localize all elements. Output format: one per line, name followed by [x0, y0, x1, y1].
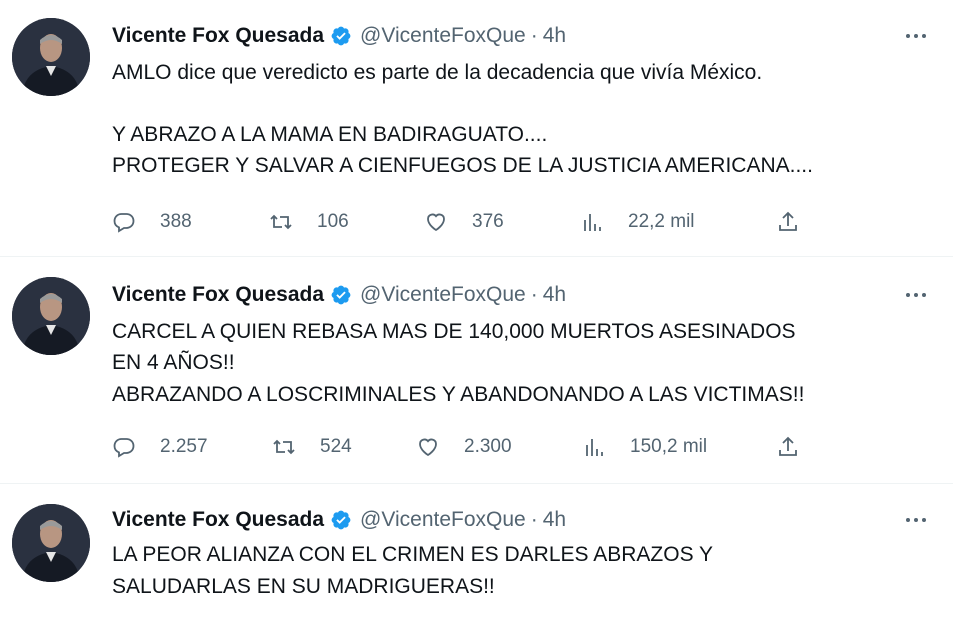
author-name[interactable]: Vicente Fox Quesada: [112, 24, 324, 48]
retweet-icon: [273, 439, 295, 455]
tweet-text-line: ABRAZANDO A LOSCRIMINALES Y ABANDONANDO …: [112, 383, 805, 406]
author-name[interactable]: Vicente Fox Quesada: [112, 508, 324, 532]
reply-icon: [113, 213, 135, 233]
views-count: 22,2 mil: [628, 211, 695, 232]
reply-count: 2.257: [160, 436, 208, 457]
views-button[interactable]: 150,2 mil: [582, 433, 707, 461]
retweet-button[interactable]: 524: [272, 433, 352, 461]
verified-badge-icon: [330, 284, 352, 306]
verified-badge-icon: [330, 25, 352, 47]
share-icon: [779, 211, 797, 231]
like-count: 2.300: [464, 436, 512, 457]
retweet-icon: [270, 214, 292, 230]
tweet-text-line: AMLO dice que veredicto es parte de la d…: [112, 61, 763, 84]
separator-dot: ·: [530, 508, 538, 531]
views-count: 150,2 mil: [630, 436, 708, 457]
avatar[interactable]: [12, 504, 90, 582]
like-count: 376: [472, 211, 504, 232]
reply-icon: [113, 438, 135, 458]
share-button[interactable]: [776, 433, 800, 461]
like-button[interactable]: 376: [424, 208, 504, 236]
like-button[interactable]: 2.300: [416, 433, 512, 461]
tweet-header: Vicente Fox Quesada @VicenteFoxQue · 4h: [112, 281, 566, 309]
heart-icon: [419, 438, 437, 457]
reply-button[interactable]: 388: [112, 208, 192, 236]
author-handle[interactable]: @VicenteFoxQue: [360, 24, 526, 48]
more-icon[interactable]: [899, 508, 933, 532]
timestamp[interactable]: 4h: [543, 283, 566, 307]
tweet-text-line: CARCEL A QUIEN REBASA MAS DE 140,000 MUE…: [112, 320, 796, 343]
separator-dot: ·: [530, 283, 538, 306]
timestamp[interactable]: 4h: [543, 508, 566, 532]
avatar[interactable]: [12, 18, 90, 96]
tweet-text-line: EN 4 AÑOS!!: [112, 351, 235, 374]
tweet-text-line: LA PEOR ALIANZA CON EL CRIMEN ES DARLES …: [112, 543, 714, 566]
tweet-header: Vicente Fox Quesada @VicenteFoxQue · 4h: [112, 506, 566, 534]
tweet-actions: 388 106 376 22,2 mil: [112, 208, 812, 236]
author-name[interactable]: Vicente Fox Quesada: [112, 283, 324, 307]
share-icon: [779, 436, 797, 456]
tweet-2[interactable]: Vicente Fox Quesada @VicenteFoxQue · 4h …: [0, 257, 953, 483]
tweet-text-line: SALUDARLAS EN SU MADRIGUERAS!!: [112, 575, 495, 598]
tweet-header: Vicente Fox Quesada @VicenteFoxQue · 4h: [112, 22, 566, 50]
views-icon: [586, 439, 603, 456]
more-icon[interactable]: [899, 283, 933, 307]
separator-dot: ·: [530, 24, 538, 47]
reply-count: 388: [160, 211, 192, 232]
share-button[interactable]: [776, 208, 800, 236]
avatar[interactable]: [12, 277, 90, 355]
views-button[interactable]: 22,2 mil: [580, 208, 695, 236]
timestamp[interactable]: 4h: [543, 24, 566, 48]
retweet-button[interactable]: 106: [269, 208, 349, 236]
verified-badge-icon: [330, 509, 352, 531]
heart-icon: [427, 213, 445, 232]
retweet-count: 524: [320, 436, 352, 457]
more-icon[interactable]: [899, 24, 933, 48]
author-handle[interactable]: @VicenteFoxQue: [360, 283, 526, 307]
retweet-count: 106: [317, 211, 349, 232]
tweet-1[interactable]: Vicente Fox Quesada @VicenteFoxQue · 4h …: [0, 0, 953, 256]
tweet-actions: 2.257 524 2.300 150,2 mil: [112, 433, 812, 461]
tweet-text-line: PROTEGER Y SALVAR A CIENFUEGOS DE LA JUS…: [112, 154, 813, 177]
tweet-3[interactable]: Vicente Fox Quesada @VicenteFoxQue · 4h …: [0, 484, 953, 620]
tweet-text-line: Y ABRAZO A LA MAMA EN BADIRAGUATO....: [112, 123, 548, 146]
reply-button[interactable]: 2.257: [112, 433, 208, 461]
author-handle[interactable]: @VicenteFoxQue: [360, 508, 526, 532]
views-icon: [584, 214, 601, 231]
